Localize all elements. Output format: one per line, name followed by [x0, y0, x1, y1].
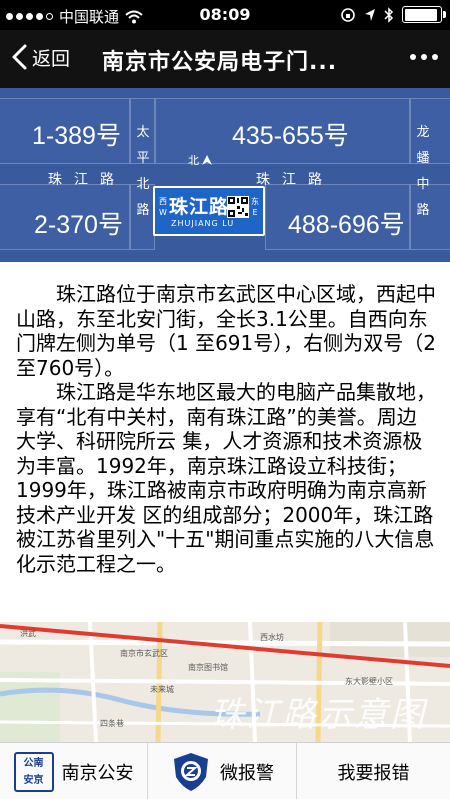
- logo-text: 公南: [23, 757, 44, 769]
- road-label: 珠江路: [48, 172, 126, 188]
- bottom-tab-bar: 公南 安京 南京公安 微报警 我要报错: [0, 742, 450, 799]
- street-map-image: 洪武 南京市玄武区 南京图书馆 东大影壁小区 未来城 四条巷 西水坊 珠江路示意…: [0, 622, 450, 742]
- status-bar: 中国联通 08:09: [0, 0, 450, 30]
- article-paragraph: 珠江路位于南京市玄武区中心区域，西起中山路，东至北安门街，全长3.1公里。自西向…: [16, 282, 436, 380]
- house-number-range: 1-389号: [32, 122, 121, 150]
- tab-micro-report[interactable]: 微报警: [148, 743, 297, 799]
- location-icon: [365, 8, 375, 21]
- tab-label: 我要报错: [337, 762, 410, 784]
- chevron-left-icon: [12, 44, 27, 70]
- map-label: 南京市玄武区: [120, 649, 168, 658]
- map-label: 东大影壁小区: [345, 677, 393, 686]
- tab-label: 微报警: [220, 762, 274, 784]
- north-label: 北: [188, 154, 199, 167]
- map-label: 四条巷: [100, 719, 124, 728]
- more-menu-button[interactable]: [410, 54, 438, 60]
- dot-icon: [421, 54, 427, 60]
- map-label: 未来城: [150, 685, 174, 694]
- plate-east-text: 东: [251, 197, 259, 206]
- cross-street-text: 龙蟠中路: [416, 125, 430, 218]
- house-number-range: 2-370号: [34, 211, 123, 239]
- back-label: 返回: [32, 47, 71, 70]
- battery-icon: [402, 6, 446, 23]
- qr-code-icon: [227, 196, 249, 218]
- article-paragraph: 珠江路是华东地区最大的电脑产品集散地，享有“北有中关村，南有珠江路”的美誉。周边…: [16, 380, 436, 576]
- cross-street-label: 太平北路: [133, 120, 153, 240]
- bluetooth-icon: [384, 6, 394, 23]
- north-indicator: 北 北: [188, 152, 213, 168]
- street-sign-image: 1-389号 435-655号 2-370号 488-696号 珠江路 珠江路 …: [0, 88, 450, 262]
- cross-street-text: 太平北路: [136, 125, 150, 218]
- map-label: 洪武: [20, 629, 36, 638]
- plate-west-text: 西: [159, 197, 167, 206]
- plate-road-name: 珠江路: [169, 196, 230, 218]
- nanjing-police-logo-icon: 公南 安京: [13, 751, 54, 792]
- map-watermark: 珠江路示意图: [210, 695, 426, 735]
- street-name-plate: 西 W 珠江路 ZHUJIANG LU 东 E: [153, 186, 265, 236]
- map-label: 南京图书馆: [188, 663, 228, 672]
- cross-street-label: 龙蟠中路: [413, 120, 433, 240]
- nav-bar: 返回 南京市公安局电子门...: [0, 30, 450, 88]
- plate-direction-east: 东 E: [250, 196, 260, 218]
- rotation-lock-icon: [341, 7, 355, 22]
- plate-pinyin: ZHUJIANG LU: [171, 219, 235, 228]
- logo-text: 安京: [23, 774, 44, 786]
- dot-icon: [410, 54, 416, 60]
- dot-icon: [432, 54, 438, 60]
- house-number-range: 488-696号: [288, 211, 405, 239]
- battery-level: [404, 8, 437, 21]
- tab-report-error[interactable]: 我要报错: [297, 743, 450, 799]
- plate-east-letter: E: [252, 208, 258, 217]
- map-label: 西水坊: [260, 633, 284, 642]
- police-badge-icon: [174, 752, 208, 791]
- tab-label: 南京公安: [61, 762, 134, 784]
- article-body: 珠江路位于南京市玄武区中心区域，西起中山路，东至北安门街，全长3.1公里。自西向…: [16, 282, 436, 576]
- house-number-range: 435-655号: [232, 122, 349, 150]
- north-arrow-icon: [202, 155, 212, 165]
- status-right: [340, 6, 446, 23]
- page-title: 南京市公安局电子门...: [102, 50, 338, 75]
- back-button[interactable]: 返回: [10, 43, 70, 71]
- plate-west-letter: W: [159, 208, 167, 217]
- tab-nanjing-police[interactable]: 公南 安京 南京公安: [0, 743, 148, 799]
- plate-direction-west: 西 W: [158, 196, 168, 218]
- road-label: 珠江路: [256, 172, 334, 188]
